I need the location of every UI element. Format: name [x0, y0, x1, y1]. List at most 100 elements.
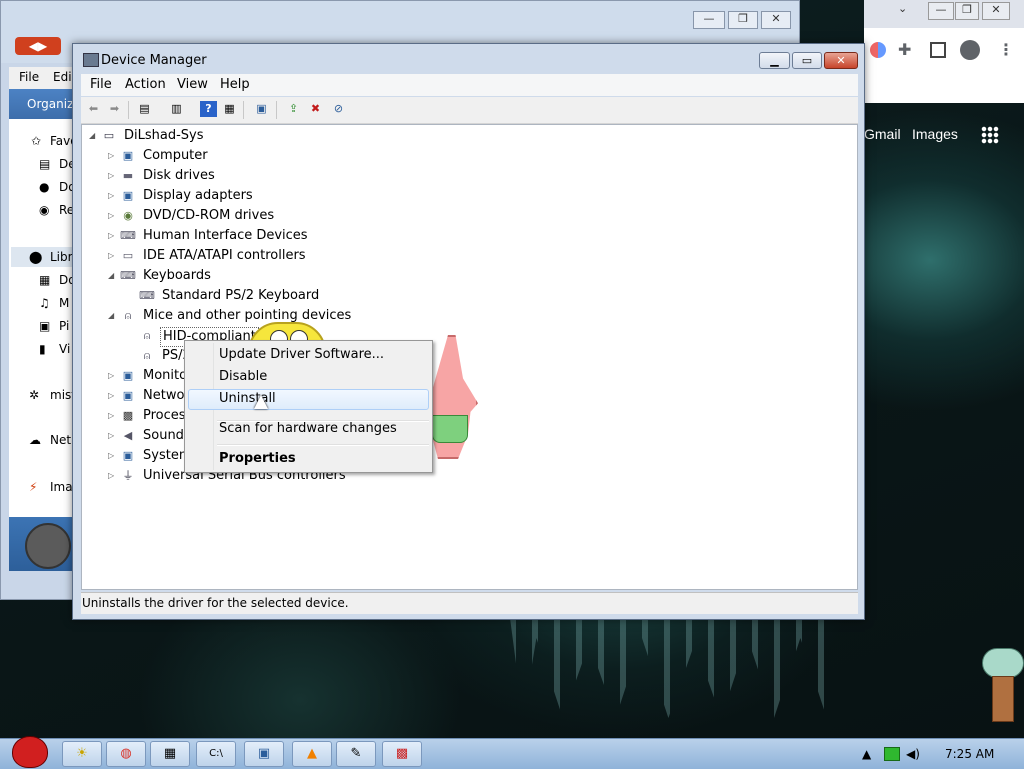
- scan-hardware-icon[interactable]: ▣: [253, 101, 270, 117]
- taskbar-cmd-icon[interactable]: C:\: [196, 741, 236, 767]
- toolbar: ⬅ ➡ ▤ ▥ ? ▦ ▣ ⇪ ✖ ⊘: [81, 97, 858, 124]
- expand-arrow-icon[interactable]: ▷: [108, 147, 117, 165]
- disable-device-icon[interactable]: ⊘: [330, 101, 347, 117]
- context-menu: Update Driver Software... Disable Uninst…: [184, 340, 433, 473]
- explorer-menu-file[interactable]: File: [19, 70, 39, 84]
- explorer-maximize-button[interactable]: ❐: [728, 11, 758, 29]
- expand-arrow-icon[interactable]: ▷: [108, 247, 117, 265]
- explorer-nav-favorites[interactable]: Favo: [50, 134, 74, 148]
- explorer-nav-documents[interactable]: Do: [59, 273, 73, 287]
- expand-arrow-icon[interactable]: ▷: [108, 187, 117, 205]
- google-apps-icon[interactable]: [981, 126, 999, 144]
- expand-arrow-icon[interactable]: ▷: [108, 447, 117, 465]
- videos-icon: ▮: [39, 342, 46, 356]
- explorer-nav-music[interactable]: M: [59, 296, 73, 310]
- keyboard-icon: ⌨: [120, 269, 136, 282]
- browser-maximize-button[interactable]: ❐: [955, 2, 979, 20]
- squidward-head: [982, 648, 1024, 678]
- help-icon[interactable]: ?: [200, 101, 217, 117]
- explorer-nav-videos[interactable]: Vi: [59, 342, 73, 356]
- account-avatar-icon[interactable]: [960, 40, 980, 60]
- update-driver-icon[interactable]: ⇪: [285, 101, 302, 117]
- explorer-nav-downloads[interactable]: Do: [59, 180, 73, 194]
- expand-arrow-icon[interactable]: ▷: [108, 387, 117, 405]
- taskbar-explorer-icon[interactable]: ☀: [62, 741, 102, 767]
- keyboard-device-icon: ⌨: [139, 289, 155, 302]
- explorer-nav-desktop[interactable]: De: [59, 157, 73, 171]
- side-panel-icon[interactable]: [930, 42, 946, 58]
- browser-tab-list-icon[interactable]: ⌄: [898, 2, 907, 18]
- taskbar: ☀ ◍ ▦ C:\ ▣ ▲ ✎ ▩ ▲ ◀) 7:25 AM: [0, 738, 1024, 769]
- maximize-button[interactable]: ▭: [792, 52, 822, 69]
- explorer-nav-libraries[interactable]: Libr: [50, 250, 74, 264]
- images-link[interactable]: Images: [912, 126, 958, 142]
- menu-file[interactable]: File: [90, 77, 112, 92]
- explorer-nav-network[interactable]: Net: [50, 433, 74, 447]
- collapse-arrow-icon[interactable]: ◢: [108, 267, 117, 285]
- back-forward-icon[interactable]: ◀▶: [15, 37, 61, 55]
- explorer-nav-pictures[interactable]: Pi: [59, 319, 73, 333]
- patrick-sticker-pants: [432, 415, 468, 443]
- expand-arrow-icon[interactable]: ▷: [108, 167, 117, 185]
- collapse-arrow-icon[interactable]: ◢: [108, 307, 117, 325]
- browser-toolbar: ✚ ⋮: [864, 28, 1024, 76]
- tray-volume-icon[interactable]: ◀): [906, 747, 920, 761]
- explorer-menu-edit[interactable]: Edi: [53, 70, 72, 84]
- menu-help[interactable]: Help: [220, 77, 250, 92]
- explorer-close-button[interactable]: ✕: [761, 11, 791, 29]
- back-icon[interactable]: ⬅: [85, 101, 102, 117]
- toolbar-separator: [243, 101, 244, 119]
- close-button[interactable]: ✕: [824, 52, 858, 69]
- show-hide-console-tree-icon[interactable]: ▤: [136, 101, 153, 117]
- properties-icon[interactable]: ▥: [168, 101, 185, 117]
- tree-item-label: Computer: [143, 148, 208, 163]
- expand-arrow-icon[interactable]: ▷: [108, 207, 117, 225]
- tree-item-label: IDE ATA/ATAPI controllers: [143, 248, 306, 263]
- expand-arrow-icon[interactable]: ▷: [108, 407, 117, 425]
- explorer-minimize-button[interactable]: —: [693, 11, 725, 29]
- action-pane-icon[interactable]: ▦: [221, 101, 238, 117]
- start-button[interactable]: [4, 730, 50, 768]
- expand-arrow-icon[interactable]: ▷: [108, 367, 117, 385]
- browser-close-button[interactable]: ✕: [982, 2, 1010, 20]
- tray-show-hidden-icon[interactable]: ▲: [862, 747, 871, 761]
- taskbar-device-manager-icon[interactable]: ▣: [244, 741, 284, 767]
- expand-arrow-icon[interactable]: ▷: [108, 467, 117, 485]
- menubar: File Action View Help: [81, 74, 858, 96]
- tray-network-icon[interactable]: [884, 747, 900, 761]
- explorer-nav-mist[interactable]: mist: [50, 388, 74, 402]
- menu-item-update-driver[interactable]: Update Driver Software...: [219, 347, 384, 362]
- menu-action[interactable]: Action: [125, 77, 166, 92]
- explorer-nav-recent[interactable]: Re: [59, 203, 73, 217]
- taskbar-clock[interactable]: 7:25 AM: [945, 747, 994, 761]
- taskbar-chrome-icon[interactable]: ◍: [106, 741, 146, 767]
- menu-item-scan-hardware[interactable]: Scan for hardware changes: [219, 421, 397, 436]
- squidward-body: [992, 676, 1014, 722]
- status-bar: Uninstalls the driver for the selected d…: [81, 592, 858, 614]
- tree-item-label: Mice and other pointing devices: [143, 308, 352, 323]
- taskbar-feather-icon[interactable]: ✎: [336, 741, 376, 767]
- collapse-arrow-icon[interactable]: ◢: [89, 127, 98, 145]
- toolbar-separator: [128, 101, 129, 119]
- profile-color-icon[interactable]: [870, 42, 886, 58]
- taskbar-toolbox-icon[interactable]: ▩: [382, 741, 422, 767]
- organize-button[interactable]: Organiz: [27, 97, 73, 111]
- forward-icon[interactable]: ➡: [106, 101, 123, 117]
- taskbar-vlc-icon[interactable]: ▲: [292, 741, 332, 767]
- menu-view[interactable]: View: [177, 77, 208, 92]
- expand-arrow-icon[interactable]: ▷: [108, 227, 117, 245]
- uninstall-icon[interactable]: ✖: [307, 101, 324, 117]
- browser-menu-icon[interactable]: ⋮: [998, 40, 1014, 59]
- browser-titlebar: ⌄ — ❐ ✕: [864, 0, 1024, 28]
- expand-arrow-icon[interactable]: ▷: [108, 427, 117, 445]
- menu-item-disable[interactable]: Disable: [219, 369, 267, 384]
- taskbar-files-icon[interactable]: ▦: [150, 741, 190, 767]
- browser-minimize-button[interactable]: —: [928, 2, 954, 20]
- minimize-button[interactable]: ▁: [759, 52, 790, 69]
- menu-item-properties[interactable]: Properties: [219, 451, 296, 466]
- explorer-details-pane: [9, 517, 73, 571]
- gmail-link[interactable]: Gmail: [864, 126, 901, 142]
- extensions-icon[interactable]: ✚: [898, 40, 911, 59]
- explorer-nav-ima[interactable]: Ima: [50, 480, 74, 494]
- mouse-device-icon: ⍝: [143, 329, 151, 342]
